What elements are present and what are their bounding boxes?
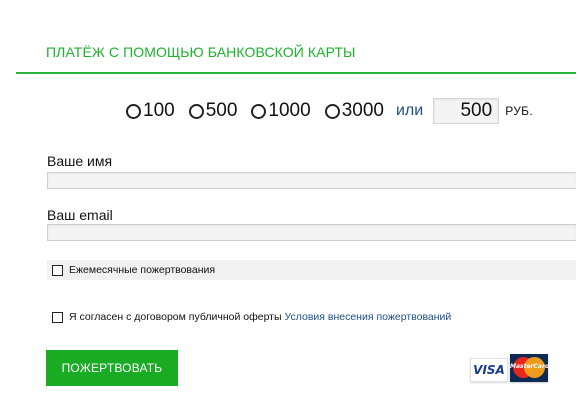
amount-option-500[interactable]: 500 [188,100,238,122]
amount-radio-1000[interactable] [251,103,267,119]
mastercard-text: MasterCard [510,363,548,370]
mastercard-logo: MasterCard [510,354,548,382]
amount-option-1000[interactable]: 1000 [251,100,311,122]
name-field[interactable] [47,172,576,189]
visa-logo: VISA [470,358,508,382]
or-label: или [395,102,424,119]
monthly-donation-row[interactable]: Ежемесячные пожертвования [47,260,576,280]
agreement-row[interactable]: Я согласен с договором публичной оферты … [52,308,451,326]
amount-radio-3000[interactable] [324,103,340,119]
donate-button[interactable]: ПОЖЕРТВОВАТЬ [46,350,178,386]
amount-label-3000: 3000 [341,100,384,121]
amount-selector: 100 500 1000 3000 или РУБ. [126,96,533,126]
form-title: ПЛАТЁЖ С ПОМОЩЬЮ БАНКОВСКОЙ КАРТЫ [46,44,356,60]
amount-label-500: 500 [205,100,238,121]
agree-checkbox[interactable] [52,311,63,323]
custom-amount-input[interactable] [433,98,500,124]
title-divider [16,72,576,74]
amount-radio-500[interactable] [188,103,204,119]
monthly-checkbox[interactable] [52,264,63,276]
email-label: Ваш email [47,207,113,223]
amount-label-100: 100 [143,100,175,121]
monthly-label: Ежемесячные пожертвования [69,264,216,276]
name-label: Ваше имя [47,153,113,169]
agree-label: Я согласен с договором публичной оферты [69,311,282,323]
email-field[interactable] [47,224,576,241]
amount-radio-100[interactable] [126,103,141,119]
amount-label-1000: 1000 [268,100,311,121]
amount-option-100[interactable]: 100 [126,100,175,122]
terms-link[interactable]: Условия внесения пожертвований [285,311,452,323]
currency-label: РУБ. [505,104,533,118]
amount-option-3000[interactable]: 3000 [324,100,384,122]
